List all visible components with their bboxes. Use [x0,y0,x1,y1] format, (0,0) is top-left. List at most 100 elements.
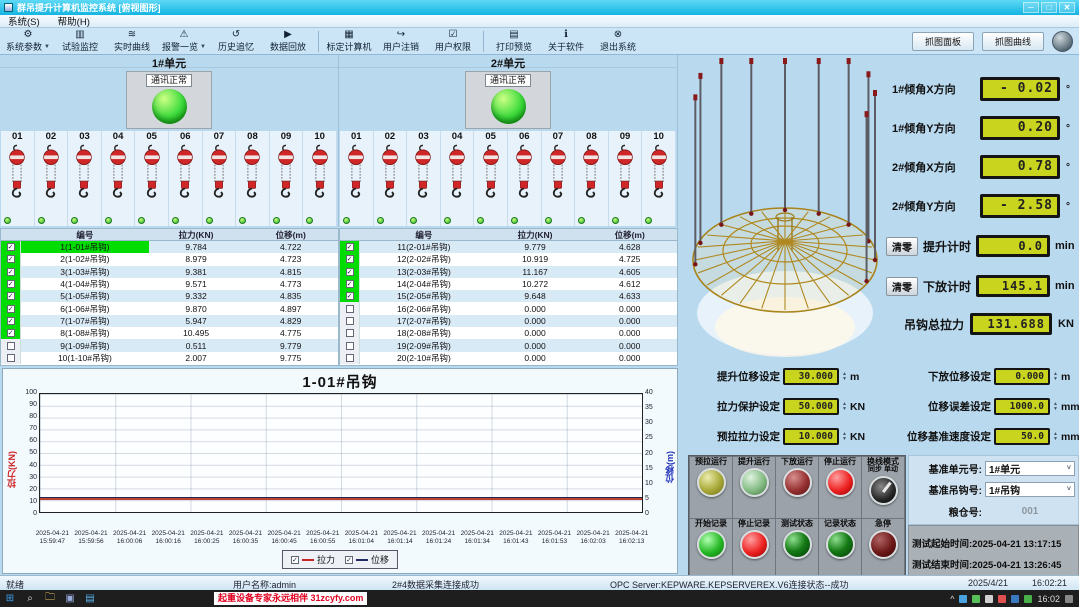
hoist-cell[interactable]: 08 [236,131,270,226]
table-row[interactable]: 17(2-07#吊钩) 0.000 0.000 [340,315,677,327]
table-row[interactable]: 18(2-08#吊钩) 0.000 0.000 [340,327,677,339]
minimize-button[interactable]: ─ [1023,2,1039,13]
table-row[interactable]: 16(2-06#吊钩) 0.000 0.000 [340,302,677,314]
spinner-stepper[interactable]: ▲▼ [1053,402,1058,412]
capture-panel-button[interactable]: 抓图面板 [912,32,974,51]
pretension-run-button[interactable] [697,468,726,497]
toolbar-button[interactable]: ⚙ 系统参数▼ [2,29,54,54]
row-checkbox[interactable] [7,317,15,325]
row-checkbox[interactable] [7,243,15,251]
tray-icon[interactable] [998,595,1006,603]
mode-switch-knob[interactable] [869,476,898,505]
setting-field[interactable]: 50.000 [783,398,839,415]
row-checkbox[interactable] [346,342,354,350]
table-row[interactable]: 12(2-02#吊钩) 10.919 4.725 [340,253,677,265]
row-checkbox[interactable] [346,280,354,288]
reference-select[interactable]: 1#吊钩˅ [985,482,1075,497]
start-button[interactable]: ⊞ [0,593,20,604]
row-checkbox[interactable] [346,292,354,300]
hoist-cell[interactable]: 03 [407,131,441,226]
hoist-cell[interactable]: 10 [642,131,676,226]
row-checkbox[interactable] [346,305,354,313]
row-checkbox[interactable] [346,255,354,263]
legend-checkbox[interactable] [291,556,299,564]
table-row[interactable]: 11(2-01#吊钩) 9.779 4.628 [340,241,677,253]
toolbar-button[interactable]: ☑ 用户权限▼ [427,29,479,54]
hoist-cell[interactable]: 02 [374,131,408,226]
hoist-cell[interactable]: 09 [270,131,304,226]
input-method-icon[interactable] [1065,595,1073,603]
toolbar-button[interactable]: ▶ 数据回放▼ [262,29,314,54]
row-checkbox[interactable] [346,354,354,362]
table-row[interactable]: 4(1-04#吊钩) 9.571 4.773 [1,278,338,290]
menu-item[interactable]: 帮助(H) [58,14,90,28]
table-row[interactable]: 15(2-05#吊钩) 9.648 4.633 [340,290,677,302]
clear-button[interactable]: 清零 [886,237,918,256]
record-status-lamp[interactable] [826,530,855,559]
close-button[interactable]: ✕ [1059,2,1075,13]
hoist-cell[interactable]: 06 [508,131,542,226]
row-checkbox[interactable] [7,255,15,263]
setting-field[interactable]: 0.000 [994,368,1050,385]
hoist-cell[interactable]: 09 [609,131,643,226]
setting-field[interactable]: 10.000 [783,428,839,445]
hoist-cell[interactable]: 04 [102,131,136,226]
setting-field[interactable]: 30.000 [783,368,839,385]
table-row[interactable]: 19(2-09#吊钩) 0.000 0.000 [340,339,677,351]
table-row[interactable]: 3(1-03#吊钩) 9.381 4.815 [1,266,338,278]
lift-run-button[interactable] [740,468,769,497]
search-icon[interactable]: ⌕ [20,593,40,604]
table-row[interactable]: 6(1-06#吊钩) 9.870 4.897 [1,302,338,314]
table-row[interactable]: 5(1-05#吊钩) 9.332 4.835 [1,290,338,302]
legend-checkbox[interactable] [345,556,353,564]
row-checkbox[interactable] [7,329,15,337]
reference-select[interactable]: 1#单元˅ [985,461,1075,476]
start-record-button[interactable] [697,530,726,559]
hoist-cell[interactable]: 01 [340,131,374,226]
estop-button[interactable] [869,530,898,559]
tray-icon[interactable] [972,595,980,603]
spinner-stepper[interactable]: ▲▼ [842,372,847,382]
toolbar-button[interactable]: ↺ 历史追忆▼ [210,29,262,54]
capture-curve-button[interactable]: 抓图曲线 [982,32,1044,51]
row-checkbox[interactable] [346,268,354,276]
toolbar-button[interactable]: ≋ 实时曲线▼ [106,29,158,54]
row-checkbox[interactable] [7,292,15,300]
hoist-cell[interactable]: 10 [303,131,337,226]
table-row[interactable]: 9(1-09#吊钩) 0.511 9.779 [1,339,338,351]
table-row[interactable]: 10(1-10#吊钩) 2.007 9.775 [1,352,338,364]
spinner-stepper[interactable]: ▲▼ [842,402,847,412]
table-row[interactable]: 1(1-01#吊钩) 9.784 4.722 [1,241,338,253]
test-status-lamp[interactable] [783,530,812,559]
hoist-cell[interactable]: 05 [474,131,508,226]
table-row[interactable]: 2(1-02#吊钩) 8.979 4.723 [1,253,338,265]
toolbar-button[interactable]: ⊗ 退出系统▼ [592,29,644,54]
stop-record-button[interactable] [740,530,769,559]
toolbar-button[interactable]: ▦ 标定计算机▼ [323,29,375,54]
row-checkbox[interactable] [7,354,15,362]
pinned-app-icon[interactable]: ▤ [80,593,100,604]
row-checkbox[interactable] [7,280,15,288]
app-window-icon[interactable]: ▣ [60,593,80,604]
row-checkbox[interactable] [7,342,15,350]
tray-icon[interactable] [985,595,993,603]
spinner-stepper[interactable]: ▲▼ [1053,372,1058,382]
toolbar-button[interactable]: ▤ 打印预览▼ [488,29,540,54]
maximize-button[interactable]: □ [1041,2,1057,13]
clear-button[interactable]: 清零 [886,277,918,296]
tray-chevron-icon[interactable]: ^ [950,594,954,604]
row-checkbox[interactable] [7,305,15,313]
table-row[interactable]: 13(2-03#吊钩) 11.167 4.605 [340,266,677,278]
toolbar-button[interactable]: ▥ 试验监控▼ [54,29,106,54]
hoist-cell[interactable]: 02 [35,131,69,226]
hoist-cell[interactable]: 07 [203,131,237,226]
hoist-cell[interactable]: 05 [135,131,169,226]
tray-icon[interactable] [1011,595,1019,603]
setting-field[interactable]: 1000.0 [994,398,1050,415]
row-checkbox[interactable] [346,243,354,251]
toolbar-button[interactable]: ℹ 关于软件▼ [540,29,592,54]
table-row[interactable]: 20(2-10#吊钩) 0.000 0.000 [340,352,677,364]
row-checkbox[interactable] [346,317,354,325]
table-row[interactable]: 7(1-07#吊钩) 5.947 4.829 [1,315,338,327]
toolbar-button[interactable]: ↪ 用户注销▼ [375,29,427,54]
